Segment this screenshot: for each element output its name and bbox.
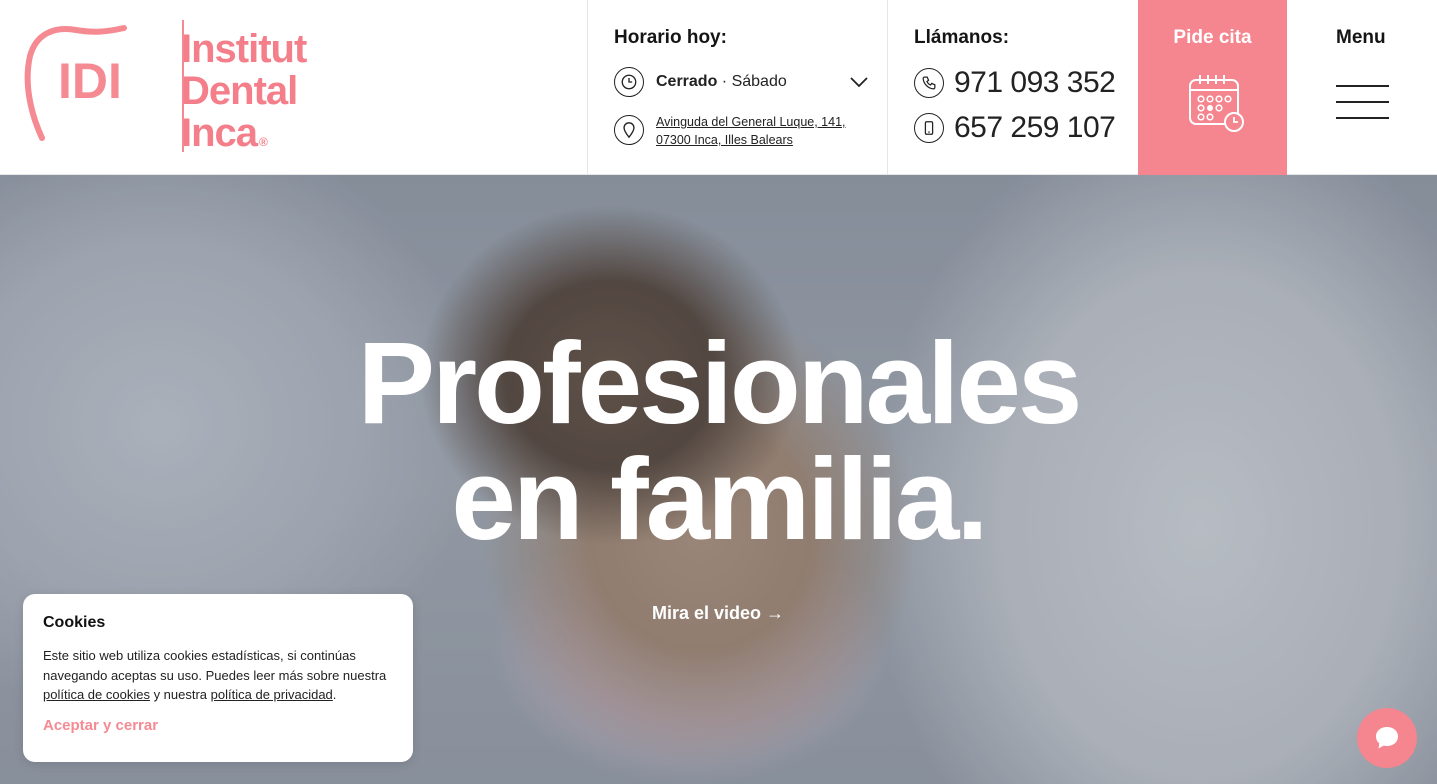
mobile-number: 657 259 107 xyxy=(954,111,1116,144)
phone-icon xyxy=(914,68,944,98)
site-header: IDI Institut Dental Inca ® Horario hoy: C… xyxy=(0,0,1437,175)
hours-dropdown[interactable]: Cerrado · Sábado xyxy=(614,66,869,98)
calendar-icon xyxy=(1189,75,1244,132)
hours-status: Cerrado xyxy=(656,73,718,90)
address-line1: Avinguda del General Luque, 141, xyxy=(656,115,846,129)
menu-line xyxy=(1336,117,1389,119)
phone-column: Llámanos: 971 093 352 657 259 107 xyxy=(887,0,1138,175)
map-pin-icon xyxy=(614,115,644,145)
logo-wordmark: Institut Dental Inca ® xyxy=(181,27,307,163)
tooth-logo-icon: IDI xyxy=(24,25,127,141)
address-link[interactable]: Avinguda del General Luque, 141, 07300 I… xyxy=(656,113,846,149)
hours-title: Horario hoy: xyxy=(614,27,727,48)
chat-button[interactable] xyxy=(1357,708,1417,768)
logo-line1: Institut xyxy=(181,27,307,71)
hamburger-menu-button[interactable] xyxy=(1336,85,1389,121)
menu-label: Menu xyxy=(1336,27,1386,48)
cookie-banner: Cookies Este sitio web utiliza cookies e… xyxy=(23,594,413,762)
hours-day: · Sábado xyxy=(717,73,787,90)
logo-monogram: IDI xyxy=(58,53,122,109)
logo-link[interactable]: IDI Institut Dental Inca ® xyxy=(24,20,334,155)
hours-status-text: Cerrado · Sábado xyxy=(656,73,787,91)
landline-number: 971 093 352 xyxy=(954,66,1116,99)
registered-mark: ® xyxy=(259,135,268,149)
smartphone-icon xyxy=(914,113,944,143)
cookie-policy-link[interactable]: política de cookies xyxy=(43,687,150,702)
mobile-link[interactable]: 657 259 107 xyxy=(914,111,1116,145)
cookie-text-part2: y nuestra xyxy=(149,687,211,702)
accept-cookies-button[interactable]: Aceptar y cerrar xyxy=(43,717,158,734)
chevron-down-icon xyxy=(850,77,868,88)
cookie-text-part1: Este sitio web utiliza cookies estadísti… xyxy=(43,648,387,683)
logo-line2: Dental xyxy=(181,69,298,113)
chat-bubble-icon xyxy=(1376,727,1398,749)
logo-line3: Inca xyxy=(181,111,258,155)
book-appointment-button[interactable]: Pide cita xyxy=(1138,0,1287,175)
address: Avinguda del General Luque, 141, 07300 I… xyxy=(614,113,869,149)
menu-line xyxy=(1336,85,1389,87)
clock-icon xyxy=(614,67,644,97)
cookie-text: Este sitio web utiliza cookies estadísti… xyxy=(43,646,393,705)
menu-column: Menu xyxy=(1287,0,1437,175)
menu-line xyxy=(1336,101,1389,103)
landline-link[interactable]: 971 093 352 xyxy=(914,66,1116,100)
logo-line3-wrap: Inca ® xyxy=(181,112,306,163)
hero-title-line1: Profesionales xyxy=(357,318,1083,448)
address-line2: 07300 Inca, Illes Balears xyxy=(656,133,793,147)
cookie-title: Cookies xyxy=(43,614,106,631)
book-appointment-label: Pide cita xyxy=(1173,27,1252,48)
hero-title: Profesionales en familia. xyxy=(0,325,1437,557)
privacy-policy-link[interactable]: política de privacidad xyxy=(211,687,333,702)
hours-column: Horario hoy: Cerrado · Sábado Avinguda d… xyxy=(587,0,887,175)
cookie-text-part3: . xyxy=(332,687,337,702)
hero-title-line2: en familia. xyxy=(451,434,988,564)
watch-video-link[interactable]: Mira el video → xyxy=(652,603,784,624)
phone-title: Llámanos: xyxy=(914,27,1010,48)
